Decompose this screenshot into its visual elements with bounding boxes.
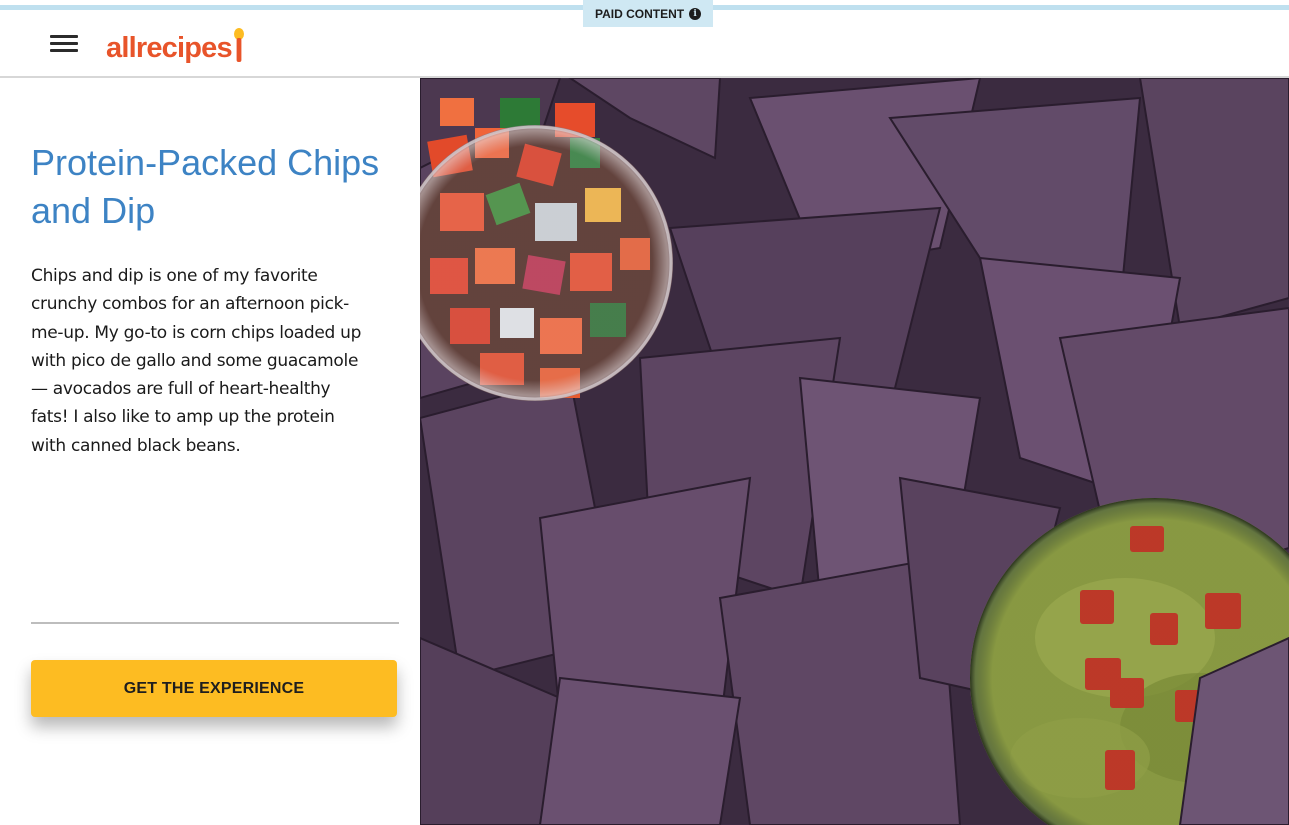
article-title: Protein-Packed Chips and Dip [31, 142, 380, 231]
article-description: Chips and dip is one of my favorite crun… [31, 266, 362, 456]
spoon-icon [233, 28, 244, 62]
site-logo[interactable]: allrecipes [106, 27, 245, 63]
hero-image [420, 78, 1289, 825]
hamburger-menu-icon[interactable] [50, 33, 78, 55]
get-the-experience-button[interactable]: GET THE EXPERIENCE [31, 660, 397, 717]
chips-and-dip-photo [420, 78, 1289, 825]
info-icon[interactable]: i [689, 7, 702, 20]
paid-content-label: PAID CONTENT [595, 6, 685, 21]
logo-text: allrecipes [106, 32, 233, 64]
paid-content-badge[interactable]: PAID CONTENT i [583, 0, 714, 27]
section-divider [31, 622, 399, 624]
